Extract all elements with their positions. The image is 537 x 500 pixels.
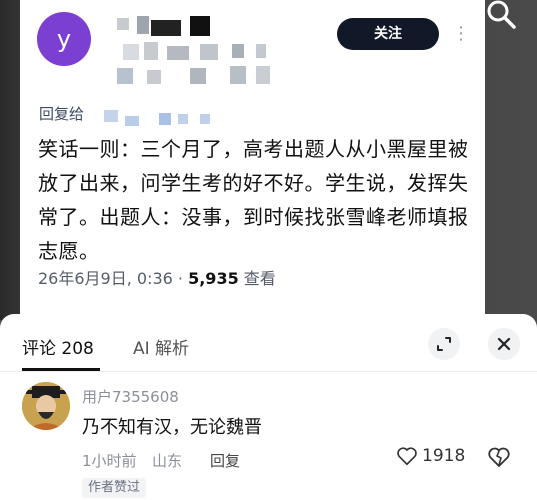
reply-prefix: 回复给 (39, 105, 85, 123)
sheet-divider (0, 371, 537, 372)
comment-text: 乃不知有汉，无论魏晋 (82, 417, 262, 438)
close-icon (497, 337, 511, 351)
views-label: 查看 (238, 269, 276, 288)
tab-comments[interactable]: 评论 208 (22, 334, 94, 359)
post-card: y 关注 ⋮ 回复给 笑话一则：三个月了，高考出题人从小黑屋里被放了出来，问学生… (20, 0, 485, 320)
reply-to-line[interactable]: 回复给 (39, 103, 84, 124)
close-button[interactable] (488, 328, 520, 360)
search-icon[interactable] (484, 0, 520, 30)
more-options-icon[interactable]: ⋮ (452, 20, 470, 48)
commenter-avatar[interactable] (22, 382, 70, 430)
post-text: 笑话一则：三个月了，高考出题人从小黑屋里被放了出来，问学生考的好不好。学生说，发… (38, 137, 469, 263)
post-meta: 26年6月9日, 0:36 · 5,935 查看 (38, 265, 276, 289)
comments-sheet: 评论 208 AI 解析 用户7355608 乃不知有汉，无论魏晋 1小时前 山… (0, 314, 537, 500)
follow-button[interactable]: 关注 (337, 18, 439, 50)
comment-time: 1小时前 (82, 452, 137, 470)
comment-location: 山东 (152, 452, 183, 470)
like-button[interactable]: 1918 (396, 445, 465, 467)
like-count: 1918 (422, 446, 466, 466)
dislike-button[interactable] (487, 445, 511, 473)
view-count: 5,935 (188, 269, 239, 288)
commenter-username[interactable]: 用户7355608 (82, 386, 179, 407)
author-avatar[interactable]: y (37, 12, 91, 66)
post-datetime: 26年6月9日, 0:36 · (38, 269, 189, 288)
heart-icon (397, 447, 417, 466)
dislike-icon (488, 447, 510, 467)
author-liked-badge: 作者赞过 (82, 478, 147, 498)
expand-button[interactable] (428, 328, 460, 360)
tab-ai-analysis[interactable]: AI 解析 (133, 334, 189, 359)
reply-button[interactable]: 回复 (210, 450, 240, 471)
expand-icon (437, 337, 451, 351)
